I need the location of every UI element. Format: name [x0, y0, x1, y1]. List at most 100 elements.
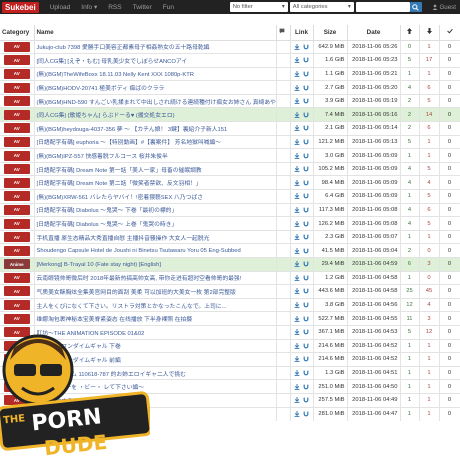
download-icon[interactable] — [294, 70, 300, 77]
torrent-name-link[interactable]: 维娜淘包裹神秘本宝美脊紧姿态 在线播放 下半身裸照 在拍摄 — [37, 317, 193, 323]
torrent-name-link[interactable]: 云南眼镜帅哥微后时 2018年最新热搞高帅女高, 带你走进有超时空看帅哥的最强! — [37, 276, 242, 282]
torrent-name-link[interactable]: [日語配字有碼] Dream Note 第二話「微笑者禁欲、反文羽相！」 — [37, 181, 202, 187]
download-icon[interactable] — [294, 43, 300, 50]
category-badge[interactable]: AV — [3, 232, 30, 243]
torrent-name-link[interactable]: [同人CG集] [えぞ・もむ] 母乳美少女でしぼらせANCOアイ — [37, 59, 188, 65]
download-icon[interactable] — [294, 152, 300, 159]
download-icon[interactable] — [294, 247, 300, 254]
download-icon[interactable] — [294, 111, 300, 118]
category-badge[interactable]: AV — [3, 218, 30, 229]
torrent-name-link[interactable]: 主人をくびになくて下さい。リストラ対策とかなったこんなで。上司に... — [37, 304, 227, 310]
category-badge[interactable]: AV — [3, 41, 30, 52]
filter-select[interactable]: No filter ▾ — [229, 2, 288, 12]
category-badge[interactable]: AV — [3, 191, 30, 202]
download-icon[interactable] — [294, 179, 300, 186]
torrent-name-link[interactable]: (同人CG集) [歌姫ちゃん] らぶドーる♥ (援交処女エロ) — [37, 113, 175, 119]
magnet-icon[interactable] — [303, 44, 309, 50]
download-icon[interactable] — [294, 370, 300, 376]
torrent-name-link[interactable]: [日語配字有碼] Diabolus ～鬼哭～ 下巻「最初の標的」 — [37, 208, 178, 214]
guest-menu[interactable]: Guest — [432, 4, 456, 11]
nav-upload[interactable]: Upload — [50, 4, 71, 11]
magnet-icon[interactable] — [303, 125, 309, 131]
category-badge[interactable]: AV — [3, 300, 30, 311]
category-badge[interactable]: AV — [3, 123, 30, 134]
magnet-icon[interactable] — [303, 275, 309, 281]
magnet-icon[interactable] — [303, 302, 309, 308]
nav-rss[interactable]: RSS — [108, 4, 121, 11]
download-icon[interactable] — [294, 98, 300, 105]
download-icon[interactable] — [294, 234, 300, 240]
download-icon[interactable] — [294, 329, 300, 336]
torrent-name-link[interactable]: (無)(BGM)HODV-20741 極美ボディ 痴ばのクララ — [37, 86, 165, 92]
category-badge[interactable]: AV — [3, 96, 30, 107]
download-icon[interactable] — [294, 138, 300, 145]
download-icon[interactable] — [294, 383, 300, 390]
torrent-name-link[interactable]: Jukujo-club 7398 愛勝手口美容正都素母子相姦熟女の五十路母乾編 — [37, 45, 210, 51]
download-icon[interactable] — [294, 193, 300, 200]
torrent-name-link[interactable]: [日語配字有碼] euphoria ～【特別動画】#【裏案件】 芳名地獄叫喊編～ — [37, 140, 222, 146]
category-badge[interactable]: AV — [3, 82, 30, 93]
category-badge[interactable]: AV — [3, 177, 30, 188]
torrent-name-link[interactable]: (無)(BGM)TheWifeBoxx 18.11.03 Nelly Kent … — [37, 72, 194, 78]
magnet-icon[interactable] — [303, 356, 309, 362]
header-date[interactable]: Date — [347, 25, 401, 41]
magnet-icon[interactable] — [303, 411, 309, 417]
category-badge[interactable]: AV — [3, 313, 30, 324]
torrent-name-link[interactable]: (無)(BGM)heydouga-4037-356 夢 ～ 【カチん娘！ 3鍵】… — [37, 127, 228, 133]
magnet-icon[interactable] — [303, 153, 309, 159]
magnet-icon[interactable] — [303, 85, 309, 91]
header-name[interactable]: Name — [34, 25, 277, 41]
magnet-icon[interactable] — [303, 207, 309, 213]
download-icon[interactable] — [294, 342, 300, 349]
magnet-icon[interactable] — [303, 343, 309, 349]
magnet-icon[interactable] — [303, 139, 309, 145]
magnet-icon[interactable] — [303, 397, 309, 403]
download-icon[interactable] — [294, 411, 300, 417]
header-seeders[interactable] — [400, 25, 420, 41]
header-leechers[interactable] — [419, 25, 440, 41]
torrent-name-link[interactable]: 气质美女酥胸炫全集美官网目的面刮 美柔 可以加班的大美女一枚 第2部完整版 — [37, 290, 236, 296]
torrent-name-link[interactable]: (無)(BGM)HND-590 すんごい乳揉まれて中出しされ続ける連続種付け痴女… — [37, 100, 276, 106]
header-size[interactable]: Size — [313, 25, 348, 41]
torrent-name-link[interactable]: [Merkong] B-Trayal 10 (Fate stay night) … — [37, 262, 161, 268]
magnet-icon[interactable] — [303, 98, 309, 104]
download-icon[interactable] — [294, 315, 300, 322]
category-badge[interactable]: AV — [3, 204, 30, 215]
magnet-icon[interactable] — [303, 221, 309, 227]
search-input[interactable] — [355, 2, 410, 12]
magnet-icon[interactable] — [303, 180, 309, 186]
download-icon[interactable] — [294, 125, 300, 132]
torrent-name-link[interactable]: 手机直播 原生态精品大秀直播自慰 主播抖音骚操作 大女人一起脱光 — [37, 236, 210, 242]
category-select[interactable]: All categories ▾ — [289, 2, 354, 12]
category-badge[interactable]: AV — [3, 109, 30, 120]
torrent-name-link[interactable]: [日語配字有碼] Dream Note 第一話「美人一家」母畜の催眠調教 — [37, 168, 202, 174]
magnet-icon[interactable] — [303, 57, 309, 63]
category-badge[interactable]: AV — [3, 272, 30, 283]
magnet-icon[interactable] — [303, 384, 309, 390]
download-icon[interactable] — [294, 206, 300, 213]
torrent-name-link[interactable]: [日語配字有碼] Diabolus ～鬼哭～ 上巻「鬼哭の時き」 — [37, 222, 178, 228]
category-badge[interactable]: AV — [3, 68, 30, 79]
download-icon[interactable] — [294, 220, 300, 227]
magnet-icon[interactable] — [303, 166, 309, 172]
magnet-icon[interactable] — [303, 329, 309, 335]
magnet-icon[interactable] — [303, 316, 309, 322]
download-icon[interactable] — [294, 397, 300, 404]
nav-info[interactable]: Info ▾ — [81, 3, 97, 11]
category-badge[interactable]: AV — [3, 245, 30, 256]
header-category[interactable]: Category — [0, 25, 35, 41]
download-icon[interactable] — [294, 261, 300, 268]
magnet-icon[interactable] — [303, 288, 309, 294]
torrent-name-link[interactable]: (無)(BGM)XRW-561 バレたらヤバイ！!密着猥褻SEX 八乃つばさ — [37, 195, 204, 201]
category-badge[interactable]: AV — [3, 150, 30, 161]
torrent-name-link[interactable]: Shoudengo Capsule Hotel de Joushi ni Bin… — [37, 248, 241, 254]
magnet-icon[interactable] — [303, 248, 309, 254]
magnet-icon[interactable] — [303, 112, 309, 118]
download-icon[interactable] — [294, 288, 300, 295]
download-icon[interactable] — [294, 302, 300, 308]
search-button[interactable] — [409, 2, 422, 12]
download-icon[interactable] — [294, 57, 300, 64]
category-badge[interactable]: AV — [3, 164, 30, 175]
magnet-icon[interactable] — [303, 370, 309, 376]
category-badge[interactable]: AV — [3, 136, 30, 147]
